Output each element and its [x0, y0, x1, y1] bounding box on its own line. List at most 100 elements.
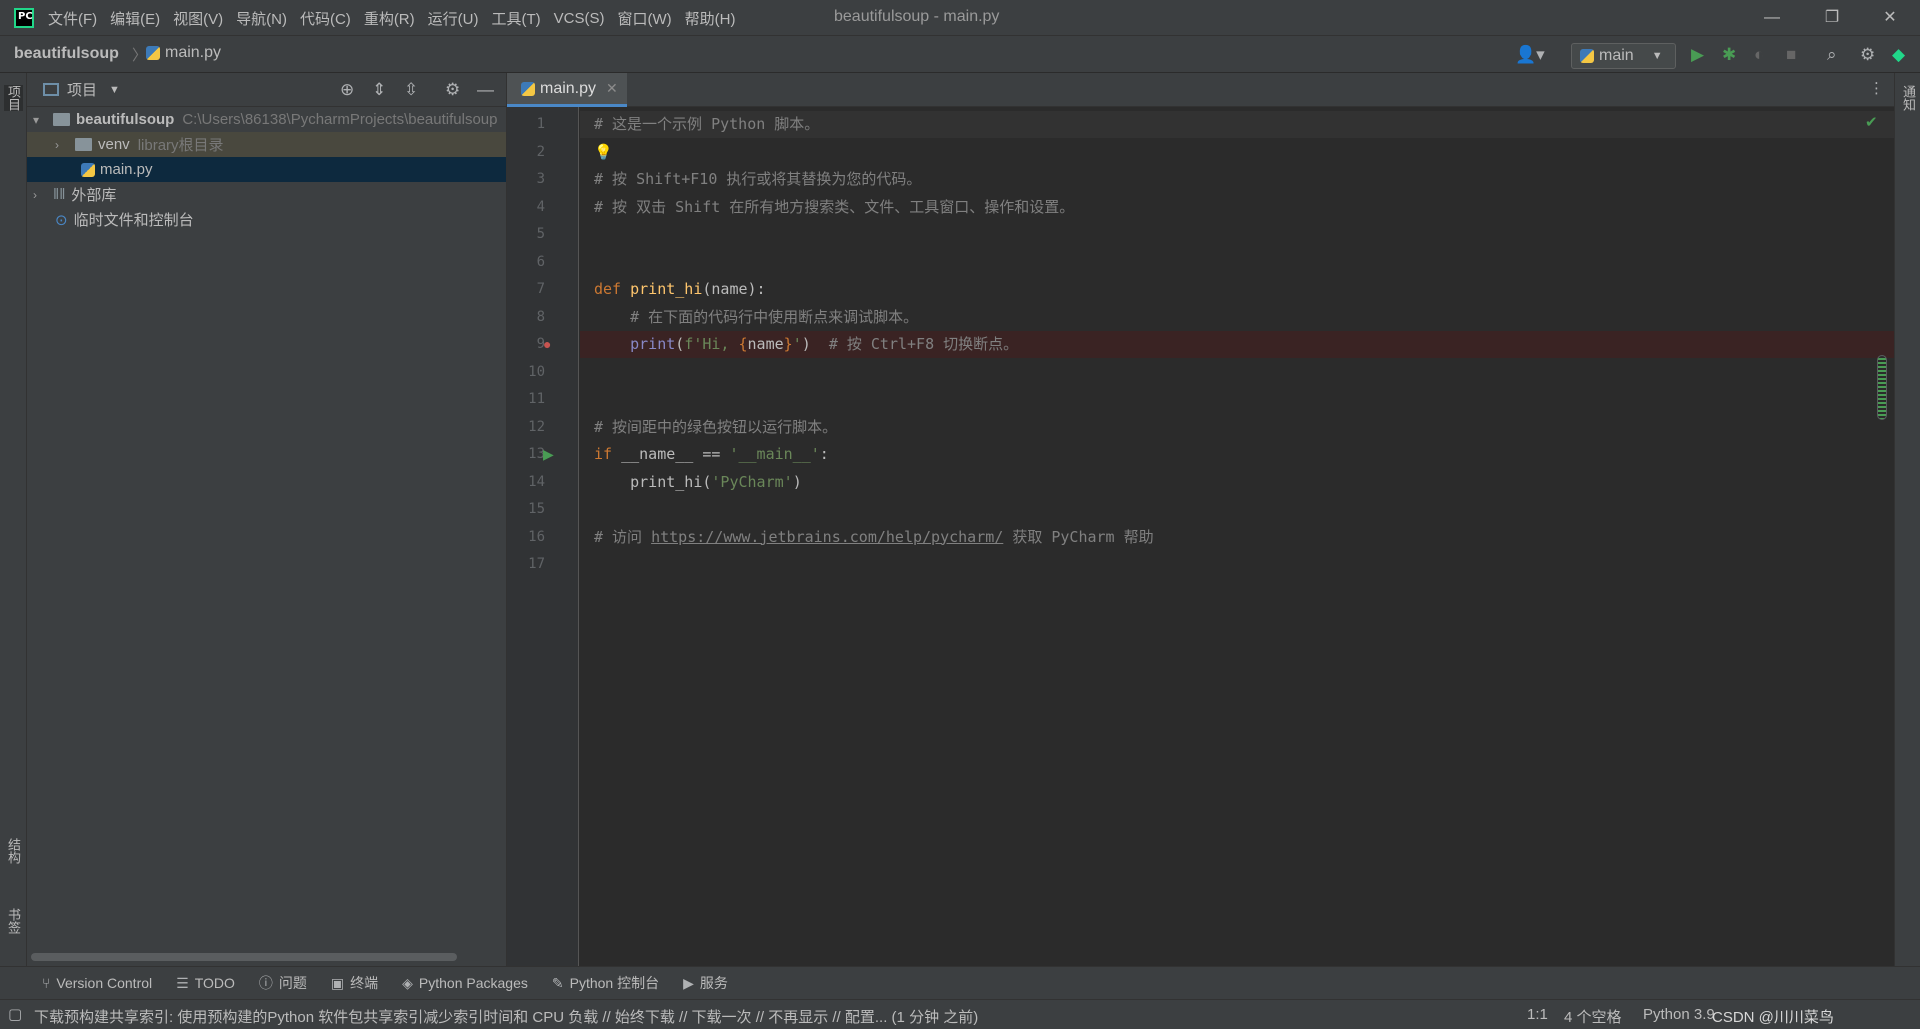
horizontal-scrollbar[interactable]: [31, 953, 457, 961]
run-line-icon[interactable]: ▶: [543, 441, 554, 468]
code-line[interactable]: if __name__ == '__main__':: [580, 441, 1894, 468]
project-tree: ▾ beautifulsoup C:\Users\86138\PycharmPr…: [27, 107, 506, 232]
code-line[interactable]: [580, 359, 1894, 386]
play-circle-icon: ▶: [683, 974, 694, 991]
locate-icon[interactable]: ⊕: [340, 80, 354, 100]
menu-help[interactable]: 帮助(H): [685, 8, 736, 29]
breadcrumb-project[interactable]: beautifulsoup: [14, 45, 119, 63]
tool-notifications[interactable]: 通知: [1899, 85, 1918, 111]
code-line[interactable]: [580, 496, 1894, 523]
breakpoint-icon[interactable]: ●: [543, 331, 551, 358]
tree-item-scratches[interactable]: ⊙ 临时文件和控制台: [27, 207, 506, 232]
tool-python-console[interactable]: ✎ Python 控制台: [552, 973, 659, 993]
intention-bulb-icon[interactable]: 💡: [594, 139, 613, 166]
code-line[interactable]: [580, 249, 1894, 276]
project-panel: 项目 ▼ ⊕ ⇕ ⇳ ⚙ — ▾ beautifulsoup C:\Users\…: [27, 73, 507, 966]
line-number: 3: [536, 171, 545, 187]
scratches-icon: ⊙: [55, 211, 68, 229]
hide-icon[interactable]: —: [477, 80, 494, 100]
line-number: 4: [536, 198, 545, 215]
code-line[interactable]: [580, 221, 1894, 248]
code-area[interactable]: # 这是一个示例 Python 脚本。 # 按 Shift+F10 执行或将其替换…: [580, 107, 1894, 966]
tree-item-label: 临时文件和控制台: [73, 212, 194, 229]
code-line[interactable]: # 访问 https://www.jetbrains.com/help/pych…: [580, 524, 1894, 551]
code-token: (name):: [702, 280, 766, 298]
minimize-icon[interactable]: —: [1752, 4, 1792, 32]
menu-refactor[interactable]: 重构(R): [364, 8, 415, 29]
tool-bookmarks[interactable]: 书签: [4, 908, 23, 934]
toggle-tool-windows-icon[interactable]: ▢: [8, 1005, 22, 1023]
layers-icon: ◈: [402, 974, 413, 991]
tool-todo[interactable]: ☰ TODO: [176, 975, 235, 992]
pycharm-logo-icon: PC: [14, 8, 34, 28]
tree-item-main-py[interactable]: main.py: [27, 157, 506, 182]
restore-icon[interactable]: ❐: [1812, 4, 1852, 32]
search-icon[interactable]: ⌕: [1827, 45, 1837, 65]
menu-code[interactable]: 代码(C): [300, 8, 351, 29]
list-icon: ☰: [176, 974, 189, 991]
status-interpreter[interactable]: Python 3.9: [1643, 1006, 1715, 1023]
status-caret-position[interactable]: 1:1: [1527, 1006, 1548, 1023]
menu-window[interactable]: 窗口(W): [617, 8, 671, 29]
close-icon[interactable]: ✕: [1870, 4, 1910, 32]
tool-python-packages[interactable]: ◈ Python Packages: [402, 975, 528, 992]
more-options-icon[interactable]: ⋮: [1869, 79, 1884, 97]
status-indent[interactable]: 4 个空格: [1564, 1006, 1622, 1027]
code-token: {: [738, 335, 748, 353]
stop-icon[interactable]: ■: [1786, 45, 1796, 65]
tool-version-control[interactable]: ⑂ Version Control: [42, 975, 152, 991]
breadcrumb-file[interactable]: main.py: [146, 44, 221, 62]
tab-main-py[interactable]: main.py ✕: [507, 73, 627, 107]
code-line[interactable]: # 按间距中的绿色按钮以运行脚本。: [580, 414, 1894, 441]
close-tab-icon[interactable]: ✕: [606, 80, 618, 97]
debug-icon[interactable]: ✱: [1722, 45, 1736, 65]
scroll-minimap[interactable]: [1877, 355, 1887, 420]
collapse-all-icon[interactable]: ⇳: [404, 80, 418, 100]
gear-icon[interactable]: ⚙: [1860, 45, 1875, 65]
inspection-ok-icon[interactable]: ✔: [1865, 113, 1878, 131]
menu-tools[interactable]: 工具(T): [491, 8, 540, 29]
info-icon: ⓘ: [258, 975, 273, 991]
code-token: # 按 Ctrl+F8 切换断点。: [828, 335, 1019, 353]
code-line[interactable]: # 按 Shift+F10 执行或将其替换为您的代码。: [580, 166, 1894, 193]
code-line[interactable]: # 这是一个示例 Python 脚本。: [580, 111, 1894, 138]
code-line[interactable]: # 按 双击 Shift 在所有地方搜索类、文件、工具窗口、操作和设置。: [580, 194, 1894, 221]
project-panel-title[interactable]: 项目: [67, 79, 97, 100]
menu-edit[interactable]: 编辑(E): [110, 8, 160, 29]
tree-item-external-libraries[interactable]: › ‖‖ 外部库: [27, 182, 506, 207]
code-line[interactable]: [580, 139, 1894, 166]
editor-gutter[interactable]: 1 2 3 4 5 6 7 8 9 10 11 12 13 14 15 16 17 ● ▶: [507, 107, 579, 966]
project-view-icon: [43, 83, 59, 96]
code-line[interactable]: [580, 551, 1894, 578]
tool-project[interactable]: 项目: [4, 85, 23, 111]
menu-view[interactable]: 视图(V): [173, 8, 223, 29]
breadcrumb-separator: 〉: [132, 47, 148, 64]
expand-all-icon[interactable]: ⇕: [372, 80, 386, 100]
tab-label: main.py: [540, 79, 597, 97]
tool-problems[interactable]: ⓘ 问题: [259, 973, 307, 993]
jetbrains-toolbox-icon[interactable]: ◆: [1892, 45, 1905, 65]
code-line[interactable]: [580, 386, 1894, 413]
tree-item-venv[interactable]: › venv library根目录: [27, 132, 506, 157]
menu-run[interactable]: 运行(U): [428, 8, 479, 29]
code-line[interactable]: def print_hi(name):: [580, 276, 1894, 303]
chevron-right-icon: ›: [55, 137, 59, 152]
menu-file[interactable]: 文件(F): [48, 8, 97, 29]
menu-vcs[interactable]: VCS(S): [554, 10, 605, 27]
tree-item-root[interactable]: ▾ beautifulsoup C:\Users\86138\PycharmPr…: [27, 107, 506, 132]
status-message[interactable]: 下载预构建共享索引: 使用预构建的Python 软件包共享索引减少索引时间和 C…: [34, 1006, 978, 1027]
coverage-icon[interactable]: ◐: [1754, 45, 1764, 65]
run-icon[interactable]: ▶: [1691, 45, 1704, 65]
tool-terminal[interactable]: ▣ 终端: [331, 973, 378, 993]
menu-navigate[interactable]: 导航(N): [236, 8, 287, 29]
run-configuration-select[interactable]: main ▼: [1571, 43, 1676, 69]
tool-structure[interactable]: 结构: [4, 838, 23, 864]
code-line[interactable]: print_hi('PyCharm'): [580, 469, 1894, 496]
code-line[interactable]: # 在下面的代码行中使用断点来调试脚本。: [580, 304, 1894, 331]
code-line[interactable]: print(f'Hi, {name}') # 按 Ctrl+F8 切换断点。: [580, 331, 1894, 358]
user-icon[interactable]: 👤▾: [1515, 45, 1545, 65]
chevron-down-icon[interactable]: ▼: [109, 84, 120, 96]
tool-services[interactable]: ▶ 服务: [683, 973, 728, 993]
folder-icon: [75, 138, 92, 151]
gear-icon[interactable]: ⚙: [445, 80, 460, 100]
